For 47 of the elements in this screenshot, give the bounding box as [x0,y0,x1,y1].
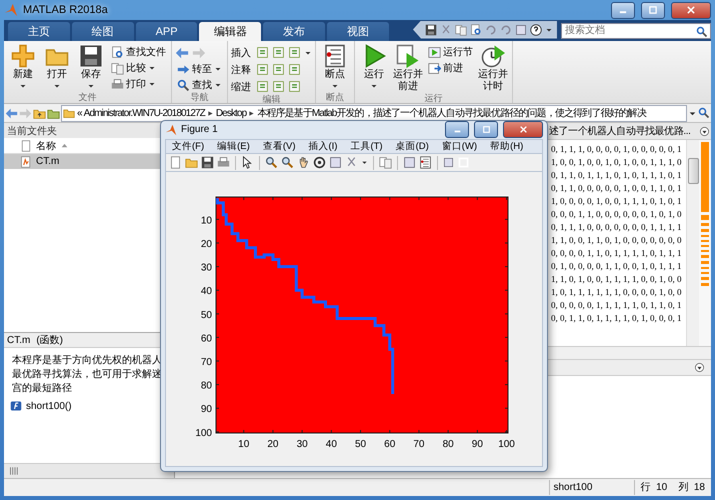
code-line: 0, 1, 1, 1, 0, 0, 0, 0, 0, 0, 0, 1, 1, 1, 1 [551,221,682,234]
y-tick-label: 80 [200,380,212,392]
code-line: 1, 0, 0, 0, 0, 1, 0, 0, 1, 1, 1, 0, 1, 0, 1 [551,195,682,208]
y-tick-label: 50 [200,310,212,321]
code-line: 0, 0, 0, 0, 0, 1, 1, 1, 1, 1, 0, 1, 1, 0, 1 [551,299,682,312]
group-label: 文件 [78,92,98,103]
y-tick-label: 40 [200,286,212,298]
figure-title: Figure 1 [181,124,218,136]
code-line: 0, 0, 0, 0, 1, 1, 0, 1, 1, 1, 1, 0, 1, 1, 1 [551,247,682,260]
row-label: 注释 [231,64,251,76]
y-tick-label: 70 [200,357,212,368]
x-tick-label: 70 [413,439,424,450]
row-label: 缩进 [231,80,251,94]
x-tick-label: 60 [384,439,396,450]
code-line: 0, 0, 0, 1, 1, 0, 0, 0, 0, 0, 0, 1, 0, 1, 0 [551,208,682,221]
function-status: short100 [548,480,634,495]
row-label: 插入 [231,46,251,60]
x-tick-label: 80 [442,439,454,450]
y-tick-label: 10 [200,215,212,226]
x-tick-label: 40 [326,439,337,450]
code-line: 0, 0, 1, 1, 0, 1, 1, 1, 1, 0, 1, 0, 0, 0, 1 [551,312,682,325]
group-label: 断点 [325,92,345,103]
x-tick-label: 30 [296,439,308,450]
cursor-position: 行 10 列 18 [634,480,711,495]
y-tick-label: 100 [195,428,212,439]
y-tick-label: 30 [200,262,212,274]
code-line: 1, 1, 0, 0, 1, 1, 0, 1, 0, 0, 0, 0, 0, 0, 0 [551,234,682,247]
window-title: MATLAB R2018a [23,4,108,16]
group-label: 运行 [424,93,444,104]
y-tick-label: 20 [200,239,212,250]
x-tick-label: 100 [498,439,515,450]
x-tick-label: 50 [354,439,366,450]
code-line: 1, 1, 0, 1, 0, 0, 1, 1, 1, 1, 0, 0, 1, 0, 0 [551,273,682,286]
group-label: 编辑 [262,94,282,105]
code-line: 1, 0, 0, 1, 0, 0, 1, 0, 1, 0, 0, 1, 1, 1, 0 [551,156,682,169]
code-line: 0, 1, 1, 0, 1, 1, 1, 0, 1, 0, 1, 1, 1, 0, 1 [551,169,682,182]
y-tick-label: 90 [200,404,212,416]
code-line: 0, 1, 1, 1, 0, 0, 0, 0, 1, 0, 0, 0, 0, 0, 1 [551,143,682,156]
code-line: 0, 1, 0, 0, 0, 0, 1, 1, 0, 0, 1, 0, 1, 1, 1 [551,260,682,273]
x-tick-label: 20 [267,439,278,450]
overflow-mark: « [77,108,82,118]
x-tick-label: 10 [238,439,250,450]
code-line: 0, 1, 1, 0, 0, 0, 0, 0, 1, 0, 0, 1, 1, 0, 1 [551,182,682,195]
code-line: 1, 0, 1, 1, 1, 1, 1, 1, 0, 0, 0, 0, 1, 0, 0 [551,286,682,299]
group-label: 导航 [190,92,210,103]
y-tick-label: 60 [200,333,212,344]
x-tick-label: 90 [472,439,483,450]
